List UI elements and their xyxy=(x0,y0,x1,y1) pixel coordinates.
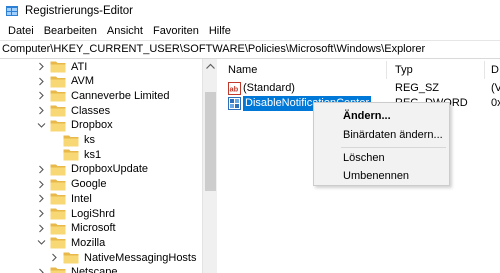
tree-item-label: Google xyxy=(71,178,107,191)
menu-datei[interactable]: Datei xyxy=(3,23,39,40)
chevron-right-icon[interactable] xyxy=(37,224,46,233)
tree-item-label: Intel xyxy=(71,192,92,205)
ctx-aendern[interactable]: Ändern... xyxy=(314,106,449,126)
tree-item[interactable]: NativeMessagingHosts xyxy=(50,250,197,265)
chevron-right-icon[interactable] xyxy=(37,209,46,218)
tree-item[interactable]: ks1 xyxy=(50,147,101,162)
ctx-loeschen[interactable]: Löschen xyxy=(314,148,449,168)
chevron-placeholder xyxy=(50,150,59,159)
context-menu: Ändern... Binärdaten ändern... Löschen U… xyxy=(313,102,450,186)
tree-item[interactable]: Canneverbe Limited xyxy=(37,88,169,103)
value-data: (V xyxy=(491,82,500,94)
value-row-standard[interactable]: ab (Standard) REG_SZ (V xyxy=(218,81,500,96)
tree-item[interactable]: Mozilla xyxy=(37,235,105,250)
tree-item-label: Microsoft xyxy=(71,222,116,235)
column-header-data[interactable]: D xyxy=(491,59,499,81)
tree-item-label: Netscape xyxy=(71,266,118,273)
column-divider[interactable] xyxy=(386,61,387,79)
scroll-up-arrow-icon[interactable] xyxy=(206,63,215,69)
chevron-right-icon[interactable] xyxy=(37,180,46,189)
tree-item-label: Classes xyxy=(71,104,111,117)
key-tree: ATI AVM Canneverbe Limited Classes Dropbox ks… xyxy=(0,59,202,273)
tree-item[interactable]: AVM xyxy=(37,74,94,89)
folder-icon xyxy=(50,208,66,220)
string-value-icon: ab xyxy=(228,82,241,95)
chevron-right-icon[interactable] xyxy=(50,253,59,262)
folder-icon xyxy=(50,61,66,73)
folder-icon xyxy=(63,149,79,161)
folder-icon xyxy=(50,237,66,249)
value-name: (Standard) xyxy=(243,82,295,94)
tree-scrollbar[interactable] xyxy=(202,59,217,273)
folder-icon xyxy=(50,267,66,273)
tree-item-label: LogiShrd xyxy=(71,207,116,220)
column-divider[interactable] xyxy=(484,61,485,79)
window-title: Registrierungs-Editor xyxy=(25,5,134,17)
scroll-thumb[interactable] xyxy=(205,92,216,191)
tree-item[interactable]: DropboxUpdate xyxy=(37,162,148,177)
value-data: 0x xyxy=(491,97,500,109)
tree-item-label: AVM xyxy=(71,75,95,88)
chevron-right-icon[interactable] xyxy=(37,91,46,100)
ctx-binaerdaten-aendern[interactable]: Binärdaten ändern... xyxy=(314,125,449,145)
column-header-name[interactable]: Name xyxy=(228,59,257,81)
chevron-down-icon[interactable] xyxy=(37,238,46,247)
menu-bar: Datei Bearbeiten Ansicht Favoriten Hilfe xyxy=(0,23,500,40)
folder-icon xyxy=(50,164,66,176)
chevron-right-icon[interactable] xyxy=(37,194,46,203)
tree-item-label: DropboxUpdate xyxy=(71,163,149,176)
tree-item[interactable]: Google xyxy=(37,177,106,192)
value-type: REG_SZ xyxy=(395,82,440,94)
menu-bearbeiten[interactable]: Bearbeiten xyxy=(39,23,102,40)
chevron-right-icon[interactable] xyxy=(37,268,46,273)
tree-item[interactable]: Netscape xyxy=(37,265,117,273)
chevron-right-icon[interactable] xyxy=(37,62,46,71)
folder-icon xyxy=(50,90,66,102)
menu-favoriten[interactable]: Favoriten xyxy=(148,23,204,40)
tree-item[interactable]: Classes xyxy=(37,103,110,118)
folder-icon xyxy=(50,223,66,235)
tree-item-label: Dropbox xyxy=(71,119,113,132)
tree-item-label: NativeMessagingHosts xyxy=(84,251,197,264)
chevron-down-icon[interactable] xyxy=(37,121,46,130)
folder-icon xyxy=(50,120,66,132)
chevron-right-icon[interactable] xyxy=(37,106,46,115)
tree-item[interactable]: Dropbox xyxy=(37,118,113,133)
menu-ansicht[interactable]: Ansicht xyxy=(102,23,148,40)
column-header-type[interactable]: Typ xyxy=(395,59,413,81)
folder-icon xyxy=(50,179,66,191)
tree-item-label: ATI xyxy=(71,60,88,73)
folder-icon xyxy=(50,105,66,117)
menu-hilfe[interactable]: Hilfe xyxy=(204,23,236,40)
chevron-right-icon[interactable] xyxy=(37,165,46,174)
svg-text:ab: ab xyxy=(230,85,239,94)
address-bar[interactable]: Computer\HKEY_CURRENT_USER\SOFTWARE\Poli… xyxy=(0,40,500,59)
tree-item[interactable]: Microsoft xyxy=(37,221,116,236)
chevron-placeholder xyxy=(50,136,59,145)
chevron-right-icon[interactable] xyxy=(37,77,46,86)
tree-item-label: Canneverbe Limited xyxy=(71,89,170,102)
tree-item[interactable]: ATI xyxy=(37,59,87,74)
title-bar: Registrierungs-Editor xyxy=(0,0,500,23)
tree-item[interactable]: LogiShrd xyxy=(37,206,115,221)
regedit-icon xyxy=(6,6,18,16)
folder-icon xyxy=(50,76,66,88)
tree-item[interactable]: Intel xyxy=(37,191,92,206)
tree-item[interactable]: ks xyxy=(50,133,95,148)
tree-item-label: ks xyxy=(84,134,95,146)
tree-item-label: ks1 xyxy=(84,148,102,161)
folder-icon xyxy=(63,252,79,264)
folder-icon xyxy=(63,135,79,146)
binary-value-icon xyxy=(228,97,241,110)
tree-item-label: Mozilla xyxy=(71,236,106,249)
ctx-umbenennen[interactable]: Umbenennen xyxy=(314,166,449,186)
folder-icon xyxy=(50,193,66,205)
